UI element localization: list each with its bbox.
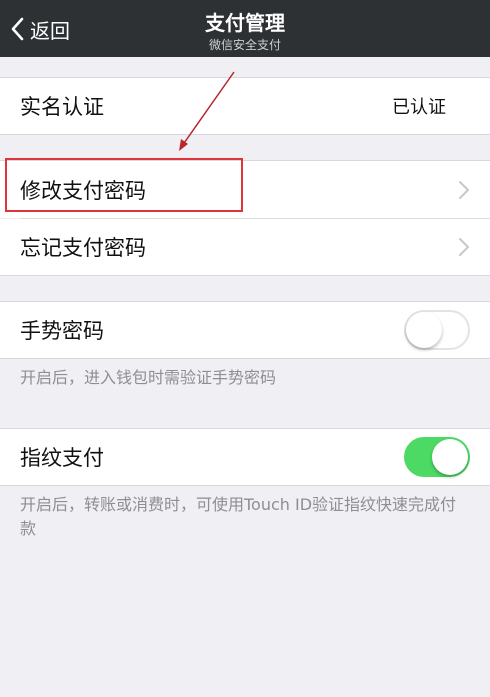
gesture-password-row: 手势密码 [0,302,490,358]
realname-label: 实名认证 [20,95,104,119]
divider [0,485,490,486]
gesture-password-footnote: 开启后，进入钱包时需验证手势密码 [20,368,277,387]
page-subtitle: 微信安全支付 [208,38,281,52]
fingerprint-pay-label: 指纹支付 [20,446,104,470]
chevron-right-icon [459,180,469,199]
divider [0,275,490,276]
gesture-password-label: 手势密码 [20,319,104,343]
toggle-knob [406,312,442,348]
chevron-right-icon [459,238,469,256]
divider [0,358,490,359]
realname-status: 已认证 [392,97,446,118]
forgot-password-row[interactable]: 忘记支付密码 [0,219,490,275]
divider [0,134,490,135]
toggle-knob [432,439,468,475]
fingerprint-pay-footnote: 开启后，转账或消费时，可使用Touch ID验证指纹快速完成付款 [20,495,457,538]
page-title: 支付管理 [205,11,285,35]
fingerprint-pay-row: 指纹支付 [0,429,490,485]
navigation-bar: 返回 支付管理 微信安全支付 [0,0,490,57]
realname-row[interactable]: 实名认证 已认证 [0,78,490,134]
fingerprint-pay-toggle[interactable] [404,437,470,477]
gesture-password-toggle[interactable] [404,310,470,350]
highlight-box [5,158,243,212]
forgot-password-label: 忘记支付密码 [20,236,146,260]
